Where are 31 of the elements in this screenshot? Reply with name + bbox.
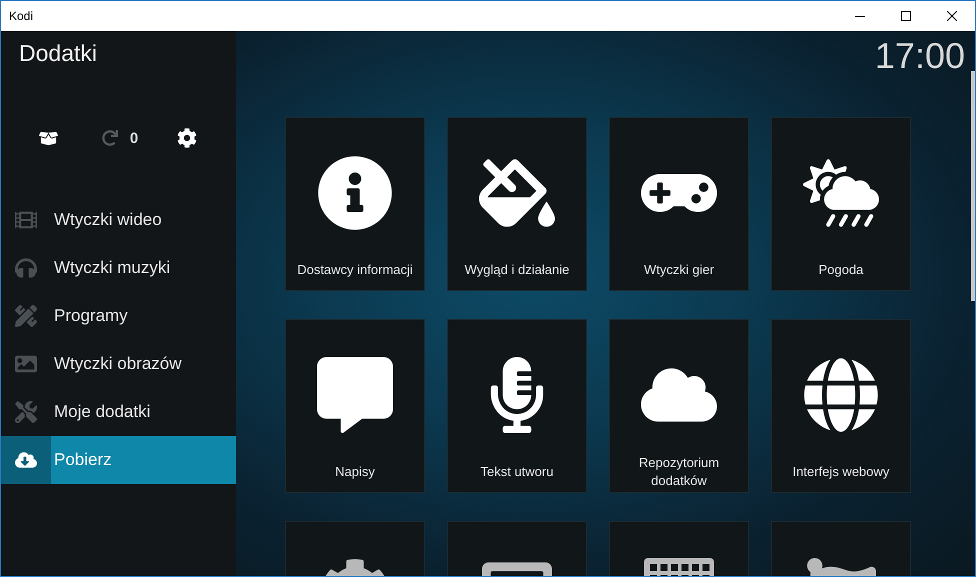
addon-tile[interactable]: Wygląd i działanie [447,117,587,291]
window-title: Kodi [8,9,34,23]
info-icon [317,155,393,231]
scrollbar[interactable] [971,71,975,301]
speech-bubble-icon [317,357,393,433]
update-button[interactable]: 0 [90,122,150,154]
page-title: Dodatki [19,40,97,66]
sidebar-item[interactable]: Wtyczki muzyki [1,244,236,292]
headphones-icon [15,257,37,279]
sidebar-item[interactable]: Wtyczki wideo [1,196,236,244]
maximize-icon [901,11,911,21]
close-icon [947,11,957,21]
tools-icon [15,401,37,423]
refresh-icon [102,130,118,146]
pencil-ruler-icon [15,305,37,327]
sidebar-item[interactable]: Pobierz [1,436,236,484]
sidebar-item[interactable]: Moje dodatki [1,388,236,436]
film-icon [15,209,37,231]
addon-tile[interactable]: Napisy [285,319,425,493]
globe-icon [803,357,879,433]
addon-tile[interactable]: Tekst utworu [447,319,587,493]
clock: 17:00 [874,35,965,77]
addon-tile[interactable]: Repozytorium dodatków [609,319,749,493]
addon-tile[interactable]: Wtyczki gier [609,117,749,291]
image-icon [15,353,37,375]
addon-tile[interactable]: Pogoda [771,117,911,291]
sidebar-item[interactable]: Wtyczki obrazów [1,340,236,388]
sidebar-item[interactable]: Programy [1,292,236,340]
keyboard-icon [644,558,714,576]
addon-tile[interactable]: Interfejs webowy [771,319,911,493]
addon-tile[interactable]: Dostawcy informacji [285,117,425,291]
